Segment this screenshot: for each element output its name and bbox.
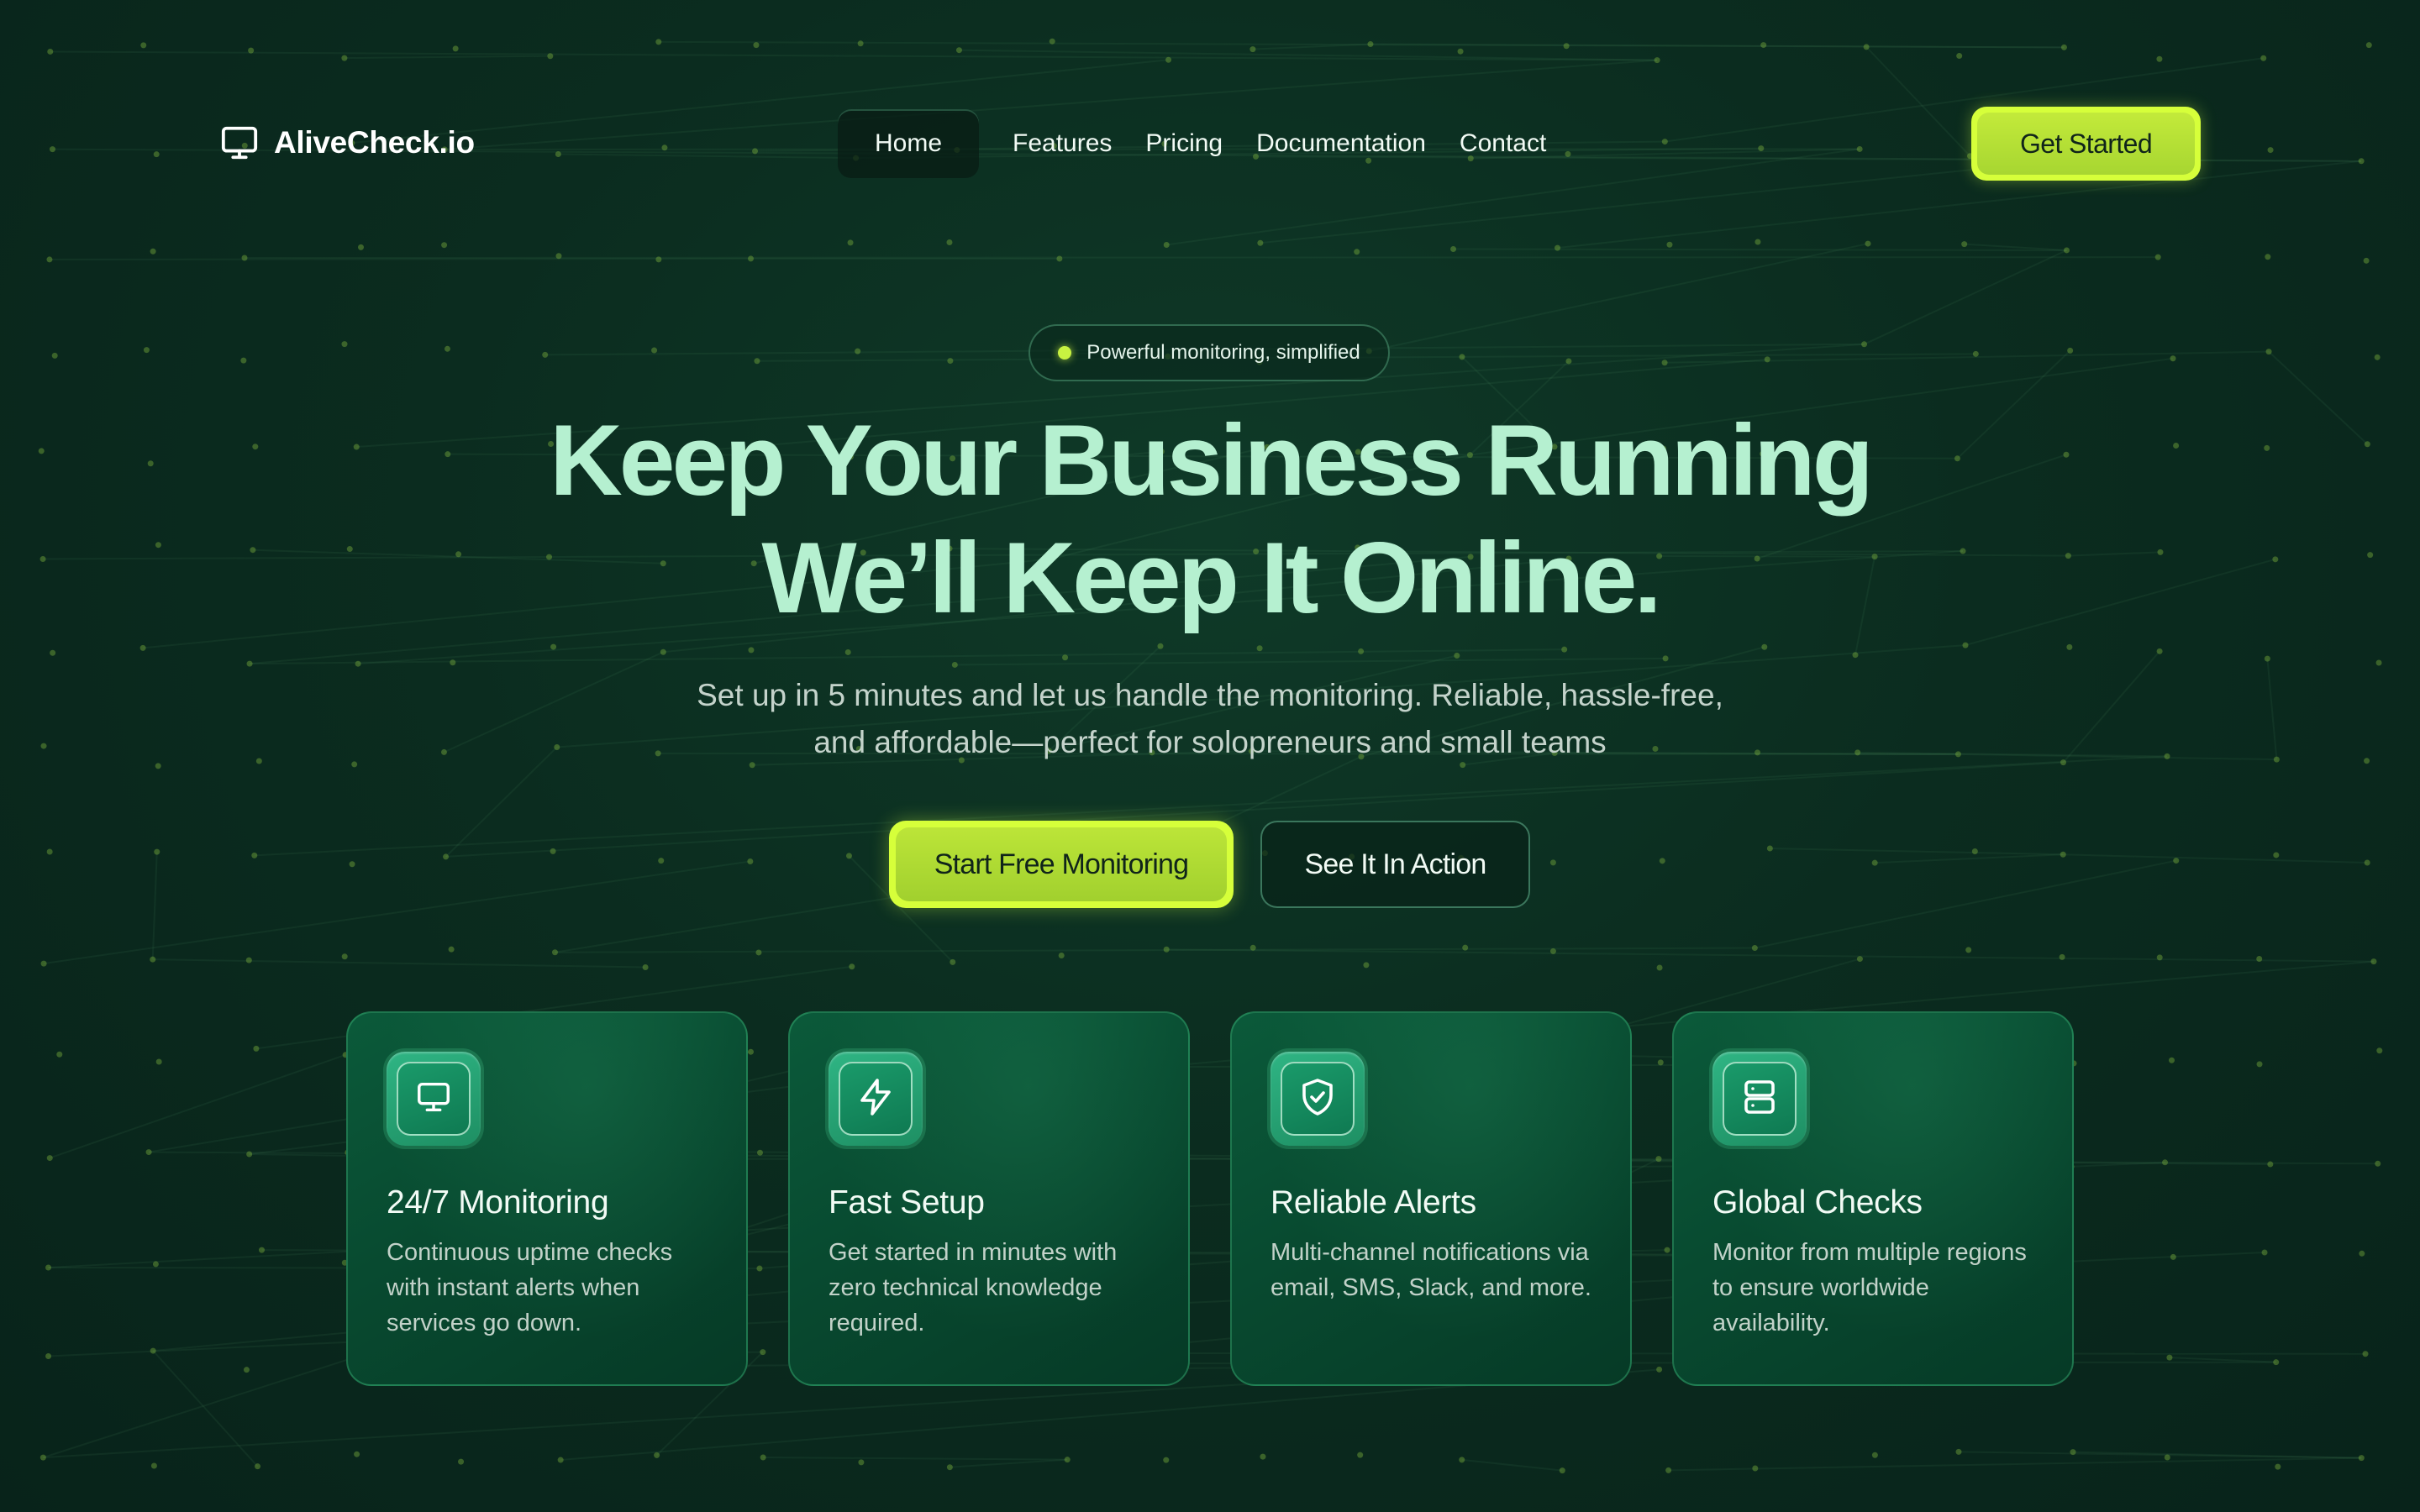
status-dot-icon <box>1058 346 1072 360</box>
feature-title: Reliable Alerts <box>1270 1184 1476 1221</box>
feature-title: 24/7 Monitoring <box>387 1184 609 1221</box>
features-section: 24/7 Monitoring Continuous uptime checks… <box>346 1011 2074 1386</box>
top-navigation: AliveCheck.io Home Features Pricing Docu… <box>0 0 2420 181</box>
feature-description: Monitor from multiple regions to ensure … <box>1712 1239 2027 1336</box>
brand-logo[interactable]: AliveCheck.io <box>220 123 475 163</box>
nav-links: Home Features Pricing Documentation Cont… <box>838 109 1563 178</box>
feature-card-global-checks: Global Checks Monitor from multiple regi… <box>1672 1011 2074 1386</box>
feature-description: Continuous uptime checks with instant al… <box>387 1239 673 1336</box>
nav-item-pricing[interactable]: Pricing <box>1128 109 1239 178</box>
hero-badge: Powerful monitoring, simplified <box>1028 324 1390 381</box>
feature-icon-box <box>387 1052 481 1146</box>
monitor-icon <box>414 1078 453 1121</box>
hero-subtitle: Set up in 5 minutes and let us handle th… <box>697 678 1723 759</box>
hero-badge-text: Powerful monitoring, simplified <box>1086 341 1360 364</box>
hero-headline-line2: We’ll Keep It Online. <box>761 522 1661 634</box>
feature-card-monitoring: 24/7 Monitoring Continuous uptime checks… <box>346 1011 748 1386</box>
server-icon <box>1739 1077 1780 1121</box>
brand-name: AliveCheck.io <box>274 125 475 160</box>
get-started-label: Get Started <box>1977 113 2195 175</box>
feature-icon-box <box>1712 1052 1807 1146</box>
shield-check-icon <box>1297 1077 1338 1121</box>
feature-title: Global Checks <box>1712 1184 1923 1221</box>
feature-icon-box <box>1270 1052 1365 1146</box>
hero-cta-row: Start Free Monitoring See It In Action <box>0 821 2420 910</box>
nav-item-contact[interactable]: Contact <box>1443 109 1563 178</box>
get-started-button[interactable]: Get Started <box>1971 107 2201 181</box>
see-it-in-action-button[interactable]: See It In Action <box>1260 821 1530 908</box>
start-free-monitoring-label: Start Free Monitoring <box>896 827 1227 901</box>
nav-item-home[interactable]: Home <box>838 109 980 178</box>
feature-card-reliable-alerts: Reliable Alerts Multi-channel notificati… <box>1230 1011 1632 1386</box>
lightning-icon <box>855 1077 896 1121</box>
feature-icon-box <box>829 1052 923 1146</box>
hero-headline: Keep Your Business Running We’ll Keep It… <box>0 402 2420 637</box>
feature-card-fast-setup: Fast Setup Get started in minutes with z… <box>788 1011 1190 1386</box>
start-free-monitoring-button[interactable]: Start Free Monitoring <box>889 821 1234 908</box>
monitor-icon <box>220 123 259 162</box>
feature-title: Fast Setup <box>829 1184 985 1221</box>
hero-headline-line1: Keep Your Business Running <box>550 404 1874 517</box>
nav-item-documentation[interactable]: Documentation <box>1239 109 1443 178</box>
feature-description: Get started in minutes with zero technic… <box>829 1239 1118 1336</box>
nav-item-features[interactable]: Features <box>996 109 1128 178</box>
feature-description: Multi-channel notifications via email, S… <box>1270 1239 1591 1301</box>
